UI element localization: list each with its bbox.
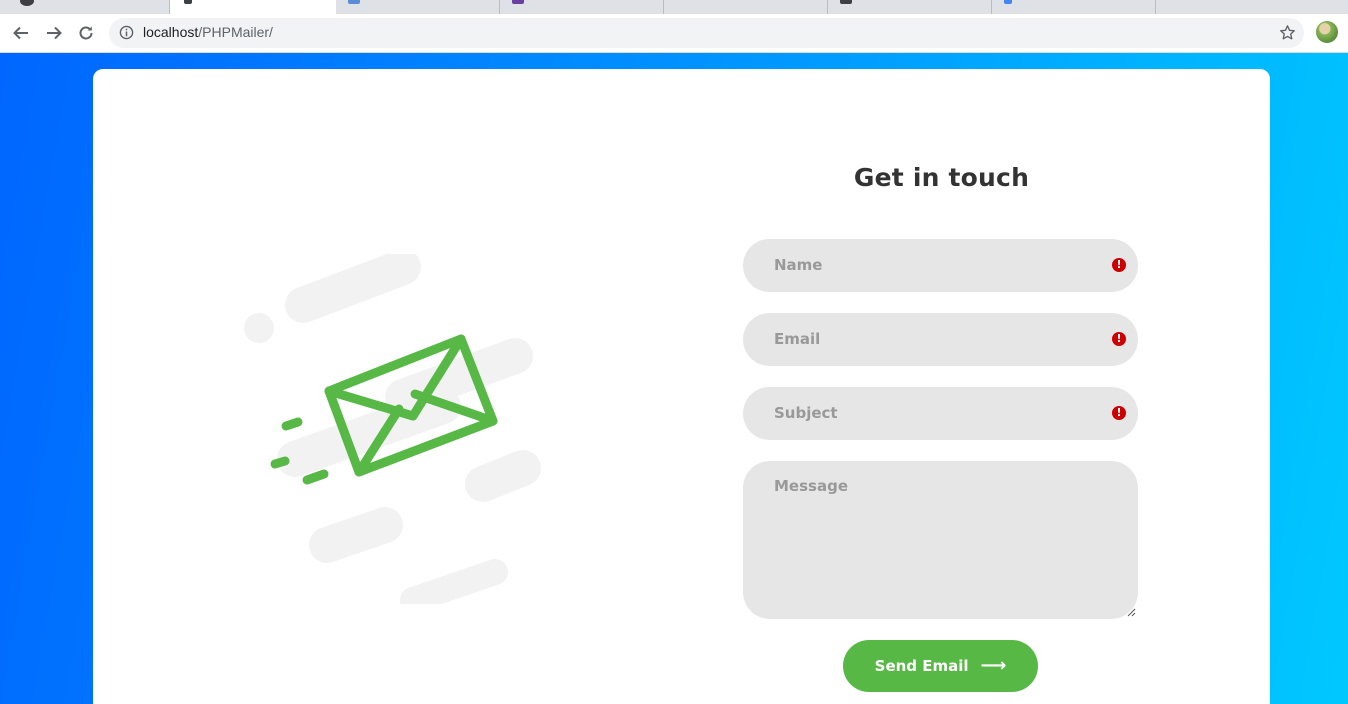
reload-icon	[79, 26, 93, 40]
exclamation-icon: !	[1112, 406, 1126, 420]
browser-tab[interactable]	[1156, 0, 1348, 14]
email-input[interactable]: Email !	[743, 313, 1138, 366]
arrow-right-icon: ⟶	[980, 654, 1007, 676]
subject-input[interactable]: Subject !	[743, 387, 1138, 440]
envelope-icon	[244, 254, 541, 604]
back-arrow-icon	[13, 26, 28, 40]
tab-favicon-icon	[184, 0, 192, 4]
address-bar[interactable]: localhost/PHPMailer/	[109, 18, 1304, 48]
browser-tab[interactable]	[0, 0, 170, 14]
address-url[interactable]: localhost/PHPMailer/	[143, 24, 273, 40]
back-button[interactable]	[9, 21, 33, 45]
browser-tab[interactable]	[336, 0, 500, 14]
browser-tab[interactable]	[828, 0, 992, 14]
name-placeholder: Name	[774, 256, 823, 274]
forward-button[interactable]	[42, 21, 66, 45]
address-host: localhost	[143, 24, 199, 40]
send-email-button[interactable]: Send Email ⟶	[843, 640, 1038, 692]
tab-favicon-icon	[1004, 0, 1012, 4]
browser-toolbar: localhost/PHPMailer/	[0, 14, 1348, 53]
tab-favicon-icon	[512, 0, 524, 4]
profile-avatar[interactable]	[1316, 21, 1338, 43]
name-input[interactable]: Name !	[743, 239, 1138, 292]
page-background: Get in touch Name ! Email ! Subject ! Me…	[0, 53, 1348, 704]
exclamation-icon: !	[1112, 332, 1126, 346]
resize-grip-icon[interactable]	[1127, 608, 1136, 617]
exclamation-icon: !	[1112, 258, 1126, 272]
message-placeholder: Message	[774, 477, 848, 495]
reload-button[interactable]	[74, 21, 98, 45]
site-info-icon[interactable]	[119, 25, 134, 44]
browser-tab-active[interactable]	[170, 0, 336, 14]
browser-tab[interactable]	[992, 0, 1156, 14]
forward-arrow-icon	[47, 26, 62, 40]
email-placeholder: Email	[774, 330, 821, 348]
form-title: Get in touch	[853, 163, 1030, 192]
subject-placeholder: Subject	[774, 404, 838, 422]
message-textarea[interactable]: Message	[743, 461, 1138, 619]
browser-tab[interactable]	[664, 0, 828, 14]
send-email-label: Send Email	[874, 657, 969, 675]
address-path: /PHPMailer/	[198, 24, 273, 40]
contact-card: Get in touch Name ! Email ! Subject ! Me…	[93, 69, 1270, 704]
browser-tab[interactable]	[500, 0, 664, 14]
github-icon	[20, 0, 34, 6]
tab-favicon-icon	[840, 0, 852, 4]
tab-favicon-icon	[348, 0, 360, 4]
bookmark-star-icon[interactable]	[1279, 24, 1296, 45]
tab-strip	[0, 0, 1348, 14]
